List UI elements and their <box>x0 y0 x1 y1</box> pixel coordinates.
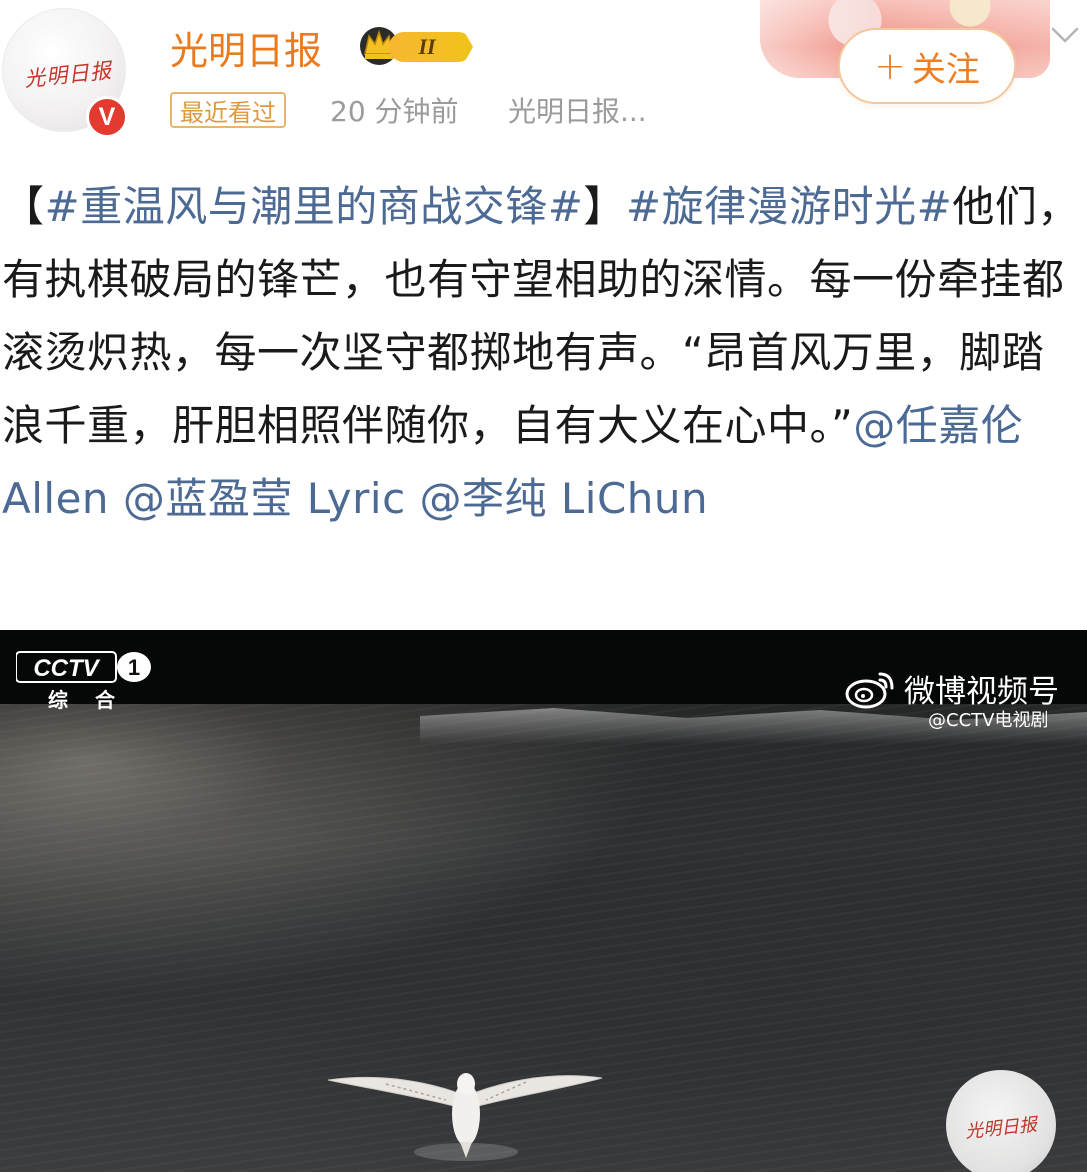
hashtag-link[interactable]: #重温风与潮里的商战交锋# <box>45 182 584 231</box>
channel-label: 综 合 <box>48 688 125 712</box>
seagull <box>327 1073 603 1161</box>
video-player[interactable]: CCTV 1 综 合 微博视频号 @CCTV电视剧 光明日报 <box>0 630 1087 1172</box>
account-name[interactable]: 光明日报 <box>170 20 322 75</box>
weibo-channel-label: 微博视频号 <box>904 674 1059 710</box>
mention-link[interactable]: @蓝盈莹 Lyric <box>123 474 406 523</box>
post-header: 光明日报 V 光明日报 II 最近看过 20 分钟前 光明日报... + 关注 <box>0 0 1087 150</box>
verified-badge: V <box>86 96 128 138</box>
cctv-logo: CCTV 1 <box>16 651 151 683</box>
recently-viewed-tag: 最近看过 <box>170 92 286 128</box>
post-source: 光明日报... <box>508 95 647 128</box>
cctv-channel-number: 1 <box>128 655 140 680</box>
watermark-text: 光明日报 <box>964 1114 1039 1143</box>
weibo-handle: @CCTV电视剧 <box>928 710 1049 731</box>
cctv-text: CCTV <box>33 655 100 682</box>
post-time: 20 分钟前 <box>330 95 459 128</box>
vip-badge[interactable]: II <box>357 24 475 70</box>
bracket-open: 【 <box>2 182 45 231</box>
plus-icon: + <box>874 44 906 88</box>
follow-label: 关注 <box>911 49 980 90</box>
bracket-close: 】 <box>583 182 626 231</box>
mention-link[interactable]: @李纯 LiChun <box>420 474 709 523</box>
avatar-logo-text: 光明日报 <box>23 58 114 92</box>
follow-button[interactable]: + 关注 <box>838 28 1016 104</box>
hashtag-link[interactable]: #旋律漫游时光# <box>626 182 952 231</box>
vip-level: II <box>389 32 473 62</box>
chevron-down-icon[interactable] <box>1050 24 1080 46</box>
post-text: 【#重温风与潮里的商战交锋#】#旋律漫游时光#他们，有执棋破局的锋芒，也有守望相… <box>2 170 1082 535</box>
weibo-logo-icon <box>845 672 894 709</box>
source-watermark: 光明日报 <box>946 1070 1056 1172</box>
